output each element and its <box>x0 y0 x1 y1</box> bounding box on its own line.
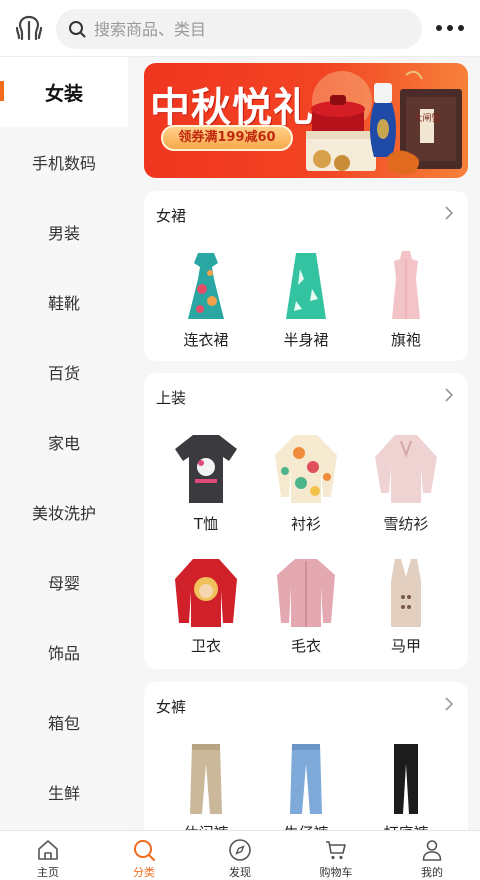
bottom-nav: 主页 分类 发现 购物车 我的 <box>0 830 480 880</box>
section-dresses: 女裙 连衣裙 半身裙 旗袍 <box>144 191 468 361</box>
category-label: 卫衣 <box>190 637 221 655</box>
shirt-image <box>275 435 337 503</box>
nav-label: 主页 <box>37 866 59 879</box>
search-bar[interactable] <box>56 9 422 49</box>
category-item[interactable]: 雪纺衫 <box>362 431 450 534</box>
section-title: 女裤 <box>156 698 187 716</box>
nav-item-discover[interactable]: 发现 <box>192 831 288 880</box>
home-icon <box>38 840 58 860</box>
sidebar-item-baby[interactable]: 母婴 <box>0 547 128 617</box>
sidebar-item-fresh[interactable]: 生鲜 <box>0 757 128 827</box>
floral-dress-image <box>188 253 224 319</box>
section-title: 上装 <box>156 389 187 407</box>
sidebar-item-appliances[interactable]: 家电 <box>0 407 128 477</box>
coupon-button[interactable]: 领券满199减60 <box>161 125 293 151</box>
gift-products-image: 大闸蟹 <box>306 70 462 175</box>
logo-icon[interactable] <box>14 14 44 42</box>
nav-item-home[interactable]: 主页 <box>0 831 96 880</box>
category-label: 休闲裤 <box>162 822 250 830</box>
category-label: 旗袍 <box>390 331 421 349</box>
category-label: 连衣裙 <box>183 331 229 349</box>
sidebar-item-general[interactable]: 百货 <box>0 337 128 407</box>
category-label: 打底裤 <box>362 822 450 830</box>
skirt-image <box>286 253 326 319</box>
sidebar-item-digital[interactable]: 手机数码 <box>0 127 128 197</box>
search-icon <box>134 840 155 861</box>
category-item[interactable]: 牛仔裤 <box>262 740 350 830</box>
chiffon-blouse-image <box>375 435 437 503</box>
search-input[interactable] <box>94 19 394 39</box>
sidebar-item-beauty[interactable]: 美妆洗护 <box>0 477 128 547</box>
sidebar-item-shoes[interactable]: 鞋靴 <box>0 267 128 337</box>
casual-pants-image <box>190 744 222 814</box>
category-label: 马甲 <box>390 637 421 655</box>
category-label: T恤 <box>193 515 219 533</box>
nav-label: 我的 <box>421 866 443 879</box>
sidebar-item-mens[interactable]: 男装 <box>0 197 128 267</box>
app: 女装 手机数码 男装 鞋靴 百货 家电 美妆洗护 母婴 饰品 箱包 生鲜 中秋悦… <box>0 0 480 880</box>
nav-item-profile[interactable]: 我的 <box>384 831 480 880</box>
sidebar-item-bags[interactable]: 箱包 <box>0 687 128 757</box>
vest-image <box>391 559 421 627</box>
category-label: 衬衫 <box>290 515 321 533</box>
nav-label: 分类 <box>133 866 155 879</box>
category-label: 牛仔裤 <box>262 822 350 830</box>
nav-label: 购物车 <box>319 866 353 879</box>
jeans-image <box>290 744 322 814</box>
category-item[interactable]: 毛衣 <box>262 557 350 656</box>
category-content: 中秋悦礼 领券满199减60 大闸蟹 女裙 连衣裙 半身裙 旗袍 上装 T恤 衬… <box>128 57 480 830</box>
cart-icon <box>326 841 346 860</box>
category-item[interactable]: 休闲裤 <box>162 740 250 830</box>
chevron-right-icon[interactable] <box>444 205 454 221</box>
search-icon <box>69 21 86 38</box>
tshirt-image <box>175 435 237 503</box>
user-icon <box>422 840 442 861</box>
category-item[interactable]: 半身裙 <box>262 249 350 350</box>
section-tops: 上装 T恤 衬衫 雪纺衫 卫衣 毛衣 马甲 <box>144 373 468 669</box>
category-label: 半身裙 <box>283 331 329 349</box>
nav-label: 发现 <box>229 866 251 879</box>
qipao-image <box>392 251 420 319</box>
sidebar-item-womens[interactable]: 女装 <box>0 57 128 127</box>
category-item[interactable]: 卫衣 <box>162 557 250 656</box>
section-pants: 女裤 休闲裤 牛仔裤 打底裤 <box>144 682 468 830</box>
section-title: 女裙 <box>156 207 187 225</box>
chevron-right-icon[interactable] <box>444 387 454 403</box>
sweater-image <box>277 559 335 627</box>
leggings-image <box>394 744 418 814</box>
category-item[interactable]: 马甲 <box>362 557 450 656</box>
category-item[interactable]: 打底裤 <box>362 740 450 830</box>
category-label: 毛衣 <box>290 637 321 655</box>
nav-item-cart[interactable]: 购物车 <box>288 831 384 880</box>
nav-item-category[interactable]: 分类 <box>96 831 192 880</box>
header <box>0 0 480 57</box>
compass-icon <box>229 839 251 861</box>
category-item[interactable]: 衬衫 <box>262 431 350 534</box>
hoodie-image <box>175 559 237 627</box>
category-sidebar: 女装 手机数码 男装 鞋靴 百货 家电 美妆洗护 母婴 饰品 箱包 生鲜 <box>0 57 128 830</box>
sidebar-item-jewelry[interactable]: 饰品 <box>0 617 128 687</box>
category-item[interactable]: T恤 <box>162 431 250 534</box>
category-item[interactable]: 连衣裙 <box>162 249 250 350</box>
more-options-icon[interactable] <box>436 22 466 34</box>
box-label: 大闸蟹 <box>413 112 440 124</box>
category-item[interactable]: 旗袍 <box>362 249 450 350</box>
category-label: 雪纺衫 <box>383 515 429 533</box>
promo-banner[interactable]: 中秋悦礼 领券满199减60 大闸蟹 <box>144 63 468 178</box>
chevron-right-icon[interactable] <box>444 696 454 712</box>
